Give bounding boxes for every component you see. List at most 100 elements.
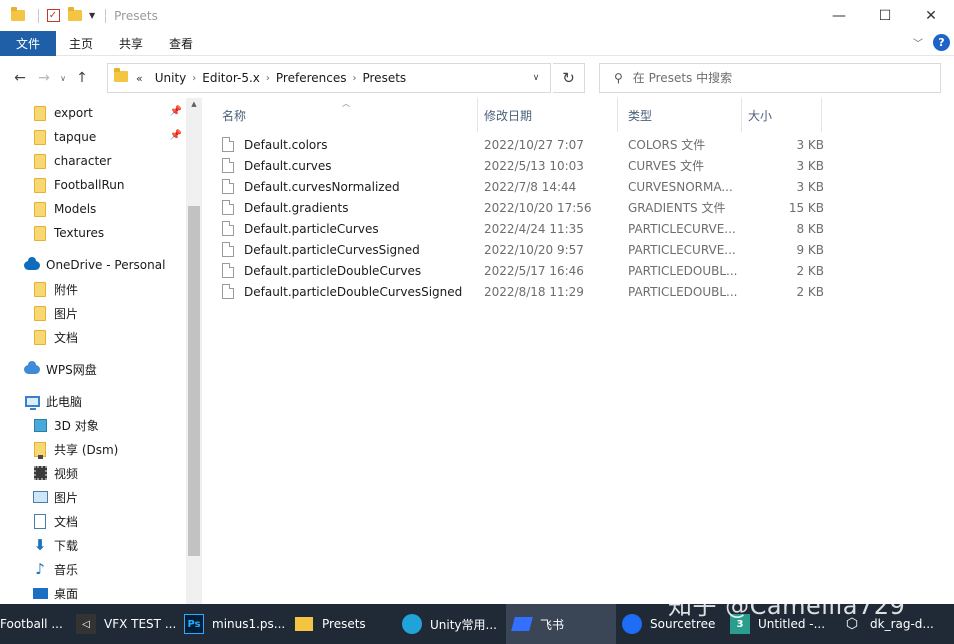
folder-icon [32,177,48,193]
breadcrumb-separator-icon[interactable]: › [192,73,196,84]
nav-item-onedrive-pictures[interactable]: 图片 [32,302,202,324]
column-header-name[interactable]: 名称 [212,98,478,132]
folder-icon [32,329,48,345]
breadcrumb-unity[interactable]: Unity [155,71,187,85]
nav-item-character[interactable]: character [32,150,202,172]
pin-icon[interactable]: 📌 [170,130,182,141]
file-row[interactable]: Default.particleCurvesSigned 2022/10/20 … [222,239,832,260]
nav-item-videos[interactable]: 视频 [32,462,202,484]
breadcrumb-editor[interactable]: Editor-5.x [202,71,260,85]
file-type: PARTICLECURVE... [628,242,736,257]
taskbar-item-sourcetree[interactable]: Sourcetree [616,604,724,644]
separator [38,8,39,23]
file-size: 2 KB [796,284,824,299]
search-box[interactable]: ⚲ [599,63,941,93]
nav-item-desktop[interactable]: 桌面 [32,582,202,604]
taskbar-item-unity[interactable]: ⬡ dk_rag-d... [836,604,934,644]
column-header-size[interactable]: 大小 [738,98,822,132]
taskbar-label: dk_rag-d... [870,617,934,631]
nav-item-this-pc[interactable]: 此电脑 [24,390,202,412]
nav-item-footballrun[interactable]: FootballRun [32,174,202,196]
folder-icon [32,305,48,321]
scroll-up-icon[interactable]: ▲ [186,100,202,112]
nav-item-tapque[interactable]: tapque 📌 [32,126,186,148]
nav-item-models[interactable]: Models [32,198,202,220]
tab-share[interactable]: 共享 [106,31,156,56]
navigation-scrollbar[interactable]: ▲ [186,98,202,604]
taskbar-item-presets[interactable]: Presets [288,604,396,644]
nav-item-downloads[interactable]: ⬇ 下载 [32,534,202,556]
folder-icon [32,129,48,145]
scrollbar-thumb[interactable] [188,206,200,556]
nav-item-wps[interactable]: WPS网盘 [24,358,202,380]
nav-item-music[interactable]: ♪ 音乐 [32,558,202,580]
address-dropdown-icon[interactable]: ∨ [522,64,550,92]
taskbar-item-feishu[interactable]: 飞书 [506,604,616,644]
file-row[interactable]: Default.particleDoubleCurves 2022/5/17 1… [222,260,832,281]
recent-locations-chevron-icon[interactable]: ∨ [56,66,70,90]
nav-item-shared-dsm[interactable]: 共享 (Dsm) [32,438,202,460]
tab-view[interactable]: 查看 [156,31,206,56]
file-row[interactable]: Default.curvesNormalized 2022/7/8 14:44 … [222,176,832,197]
taskbar-item-3dsmax[interactable]: 3 Untitled -... [724,604,836,644]
new-folder-icon[interactable] [67,7,83,24]
column-header-modified[interactable]: 修改日期 [474,98,618,132]
breadcrumb-preferences[interactable]: Preferences [276,71,347,85]
document-icon [32,513,48,529]
taskbar-item-vfx-test[interactable]: ◁ VFX TEST ... [70,604,178,644]
file-modified: 2022/10/20 17:56 [484,200,592,215]
address-bar[interactable]: « Unity › Editor-5.x › Preferences › Pre… [107,63,551,93]
breadcrumb-presets[interactable]: Presets [362,71,406,85]
refresh-button[interactable]: ↻ [553,63,585,93]
customize-toolbar-chevron-icon[interactable]: ▼ [89,11,95,20]
file-row[interactable]: Default.gradients 2022/10/20 17:56 GRADI… [222,197,832,218]
search-input[interactable] [632,71,923,85]
file-modified: 2022/7/8 14:44 [484,179,577,194]
taskbar-item-football[interactable]: Football ... [0,604,70,644]
file-size: 3 KB [796,158,824,173]
nav-item-3d-objects[interactable]: 3D 对象 [32,414,202,436]
help-icon[interactable]: ? [933,34,950,51]
tab-home[interactable]: 主页 [56,31,106,56]
folder-icon [32,153,48,169]
breadcrumb-overflow[interactable]: « [136,72,143,85]
nav-item-onedrive-documents[interactable]: 文档 [32,326,202,348]
nav-item-export[interactable]: export 📌 [32,102,186,124]
file-modified: 2022/8/18 11:29 [484,284,584,299]
breadcrumb-separator-icon[interactable]: › [266,73,270,84]
properties-icon[interactable]: ✓ [45,8,61,24]
nav-item-textures[interactable]: Textures [32,222,202,244]
expand-ribbon-chevron-icon[interactable]: ﹀ [913,35,923,50]
file-row[interactable]: Default.particleDoubleCurvesSigned 2022/… [222,281,832,302]
column-header-type[interactable]: 类型 [618,98,742,132]
file-row[interactable]: Default.curves 2022/5/13 10:03 CURVES 文件… [222,155,832,176]
file-modified: 2022/5/17 16:46 [484,263,584,278]
pin-icon[interactable]: 📌 [170,106,182,117]
tab-file[interactable]: 文件 [0,30,56,56]
3dsmax-icon: 3 [730,614,750,634]
nav-item-documents[interactable]: 文档 [32,510,202,532]
nav-item-onedrive-attachments[interactable]: 附件 [32,278,202,300]
up-button[interactable]: ↑ [70,66,94,90]
taskbar-label: 飞书 [540,617,565,632]
file-row[interactable]: Default.colors 2022/10/27 7:07 COLORS 文件… [222,134,832,155]
breadcrumb-separator-icon[interactable]: › [352,73,356,84]
file-icon [222,137,234,152]
back-button[interactable]: ← [8,66,32,90]
file-modified: 2022/10/20 9:57 [484,242,584,257]
minimize-button[interactable]: — [816,0,862,31]
file-name: Default.particleDoubleCurvesSigned [244,284,463,299]
taskbar-item-edge[interactable]: Unity常用... [396,604,506,644]
nav-item-pictures[interactable]: 图片 [32,486,202,508]
nav-item-onedrive[interactable]: OneDrive - Personal [24,254,202,276]
file-row[interactable]: Default.particleCurves 2022/4/24 11:35 P… [222,218,832,239]
taskbar-item-photoshop[interactable]: Ps minus1.ps... [178,604,288,644]
forward-button[interactable]: → [32,66,56,90]
onedrive-cloud-icon [24,256,40,273]
file-size: 3 KB [796,137,824,152]
close-button[interactable]: ✕ [908,0,954,31]
maximize-button[interactable]: ☐ [862,0,908,31]
unity-icon: ⬡ [845,616,859,632]
visual-studio-icon: ◁ [76,614,96,634]
file-name: Default.curvesNormalized [244,179,400,194]
